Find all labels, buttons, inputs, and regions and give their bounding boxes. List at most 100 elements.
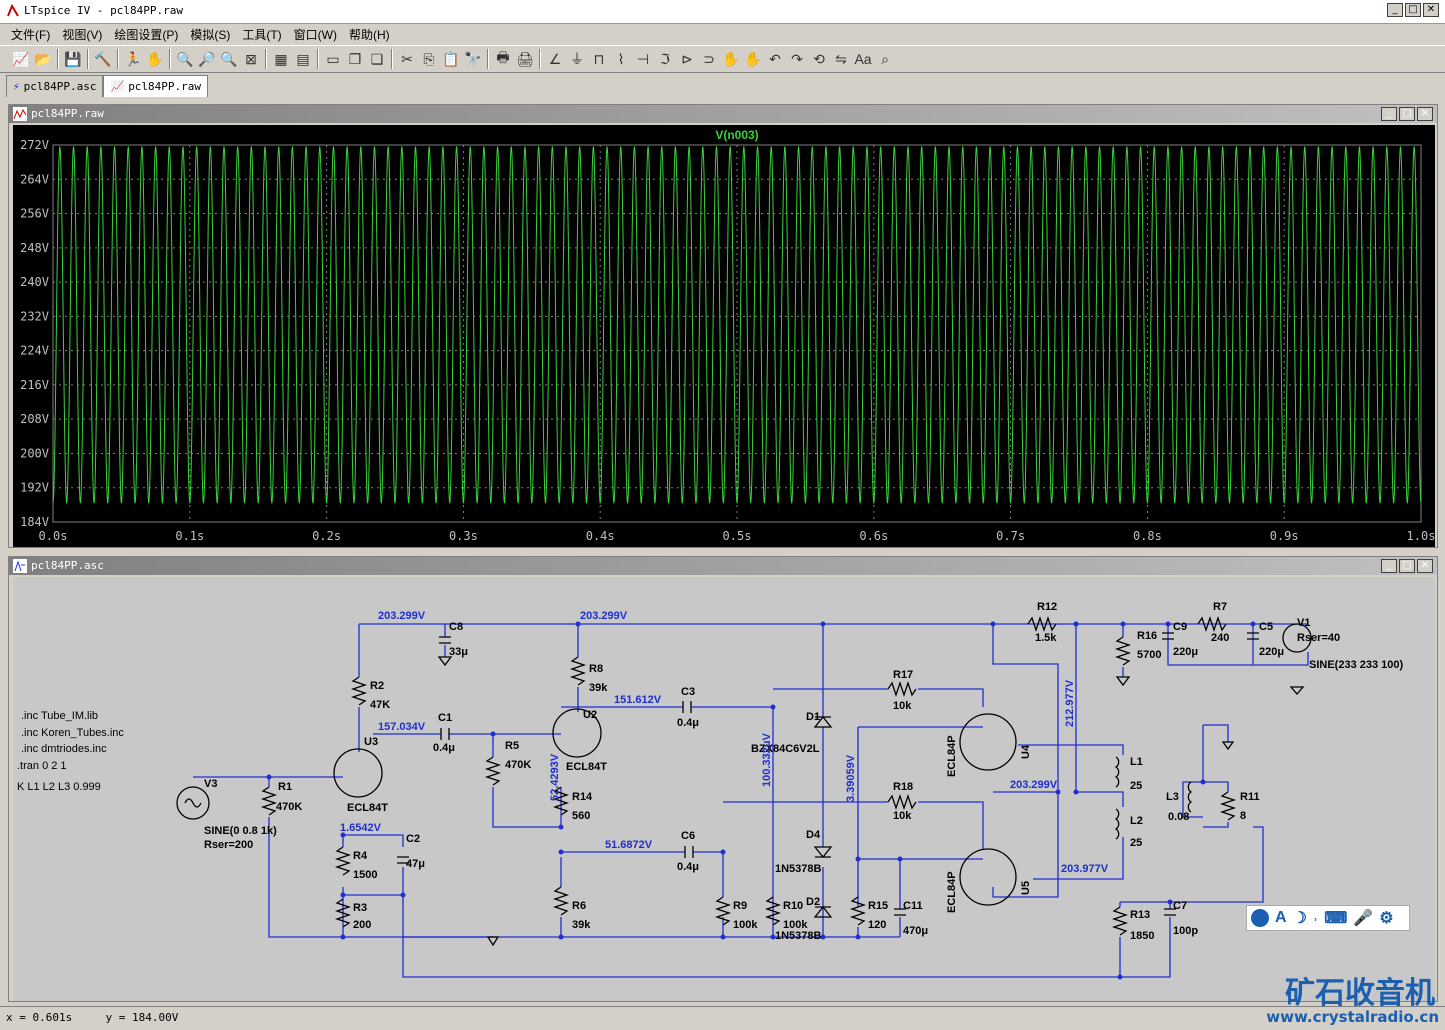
print-preview-icon[interactable]: 🖶: [492, 48, 514, 70]
svg-text:C11: C11: [903, 900, 923, 912]
inductor-icon[interactable]: ℑ: [654, 48, 676, 70]
component-icon[interactable]: ⊃: [698, 48, 720, 70]
svg-text:220μ: 220μ: [1173, 646, 1198, 658]
menu-window[interactable]: 窗口(W): [291, 26, 340, 43]
find-icon[interactable]: 🔭: [462, 48, 484, 70]
svg-text:R13: R13: [1130, 909, 1150, 921]
paste-icon[interactable]: 📋: [440, 48, 462, 70]
minimize-button[interactable]: _: [1387, 3, 1403, 17]
svg-text:D4: D4: [806, 829, 821, 841]
diode-icon[interactable]: ⊳: [676, 48, 698, 70]
plot-frame: [52, 144, 1422, 523]
maximize-button[interactable]: □: [1399, 559, 1415, 573]
drag-icon[interactable]: ✋: [742, 48, 764, 70]
menu-simulate[interactable]: 模拟(S): [187, 26, 233, 43]
svg-text:U4: U4: [1020, 744, 1032, 759]
schematic-drawing[interactable]: R12 1.5k R16 5700 C9 220μ R7 240 C5 220μ…: [13, 577, 1435, 1001]
control-panel-icon[interactable]: 🔨: [92, 48, 114, 70]
cascade-icon[interactable]: ❐: [344, 48, 366, 70]
cut-icon[interactable]: ✂: [396, 48, 418, 70]
pan-icon[interactable]: 🔎: [196, 48, 218, 70]
svg-text:C7: C7: [1173, 900, 1187, 912]
ime-keyboard-icon[interactable]: ⌨: [1324, 908, 1347, 928]
schematic-window-titlebar[interactable]: pcl84PP.asc _ □ ✕: [9, 557, 1437, 575]
svg-text:L3: L3: [1166, 791, 1179, 803]
menu-view[interactable]: 视图(V): [59, 26, 105, 43]
copy-icon[interactable]: ⎘: [418, 48, 440, 70]
svg-text:U2: U2: [583, 709, 597, 721]
capacitor-icon[interactable]: ⊣: [632, 48, 654, 70]
rotate-icon[interactable]: ⟲: [808, 48, 830, 70]
ime-logo-icon[interactable]: [1251, 909, 1269, 927]
svg-text:R17: R17: [893, 669, 913, 681]
ime-punct-icon[interactable]: ˒: [1313, 909, 1318, 927]
tab-waveform[interactable]: 📈 pcl84PP.raw: [103, 75, 209, 97]
tab-schematic[interactable]: ⚡ pcl84PP.asc: [6, 75, 104, 97]
close-button[interactable]: ✕: [1423, 3, 1439, 17]
menu-plot-settings[interactable]: 绘图设置(P): [111, 26, 181, 43]
resistor-icon[interactable]: ⌇: [610, 48, 632, 70]
svg-text:ECL84T: ECL84T: [347, 802, 388, 814]
x-tick-label: 0.9s: [1270, 529, 1299, 543]
svg-text:U5: U5: [1020, 881, 1032, 895]
wire-icon[interactable]: ∠: [544, 48, 566, 70]
tab-schematic-label: pcl84PP.asc: [23, 80, 97, 93]
waveform-window-buttons: _ □ ✕: [1381, 107, 1433, 121]
tile-horizontal-icon[interactable]: ▭: [322, 48, 344, 70]
text-icon[interactable]: Aa: [852, 48, 874, 70]
mirror-icon[interactable]: ⇋: [830, 48, 852, 70]
halt-icon[interactable]: ✋: [144, 48, 166, 70]
ime-moon-icon[interactable]: ☽: [1293, 908, 1307, 928]
run-icon[interactable]: 🏃: [122, 48, 144, 70]
undo-icon[interactable]: ↶: [764, 48, 786, 70]
zoom-out-icon[interactable]: 🔍: [218, 48, 240, 70]
open-icon[interactable]: 📂: [32, 48, 54, 70]
svg-text:.inc dmtriodes.inc: .inc dmtriodes.inc: [21, 743, 107, 755]
schematic-window-title: pcl84PP.asc: [31, 559, 104, 572]
ground-icon[interactable]: ⏚: [566, 48, 588, 70]
minimize-button[interactable]: _: [1381, 107, 1397, 121]
close-button[interactable]: ✕: [1417, 559, 1433, 573]
schematic-canvas[interactable]: R12 1.5k R16 5700 C9 220μ R7 240 C5 220μ…: [13, 577, 1435, 1001]
ime-mic-icon[interactable]: 🎤: [1353, 908, 1373, 928]
svg-text:ECL84P: ECL84P: [946, 871, 958, 913]
svg-text:47K: 47K: [370, 699, 390, 711]
autorange-icon[interactable]: ▦: [270, 48, 292, 70]
menu-tools[interactable]: 工具(T): [239, 26, 284, 43]
maximize-button[interactable]: □: [1399, 107, 1415, 121]
close-button[interactable]: ✕: [1417, 107, 1433, 121]
ime-mode-icon[interactable]: A: [1275, 909, 1287, 927]
zoom-in-icon[interactable]: 🔍: [174, 48, 196, 70]
svg-text:SINE(233 233 100): SINE(233 233 100): [1309, 659, 1404, 671]
new-schematic-icon[interactable]: 📈: [10, 48, 32, 70]
spice-directive-icon[interactable]: ⌕: [874, 48, 896, 70]
save-icon[interactable]: 💾: [62, 48, 84, 70]
svg-text:SINE(0 0.8 1k): SINE(0 0.8 1k): [204, 825, 277, 837]
x-tick-label: 0.7s: [996, 529, 1025, 543]
waveform-window-title: pcl84PP.raw: [31, 107, 104, 120]
zoom-fit-icon[interactable]: ⊠: [240, 48, 262, 70]
x-tick-label: 0.1s: [175, 529, 204, 543]
menu-file[interactable]: 文件(F): [8, 26, 53, 43]
svg-text:203.299V: 203.299V: [1010, 779, 1058, 791]
redo-icon[interactable]: ↷: [786, 48, 808, 70]
menu-help[interactable]: 帮助(H): [346, 26, 393, 43]
move-icon[interactable]: ✋: [720, 48, 742, 70]
svg-text:203.977V: 203.977V: [1061, 863, 1109, 875]
waveform-plot[interactable]: 0.0s 0.1s 0.2s 0.3s 0.4s 0.5s 0.6s 0.7s 0.8s 0.9s…: [13, 125, 1435, 547]
maximize-button[interactable]: □: [1405, 3, 1421, 17]
tile-vertical-icon[interactable]: ❏: [366, 48, 388, 70]
waveform-window-titlebar[interactable]: pcl84PP.raw _ □ ✕: [9, 105, 1437, 123]
ime-toolbar[interactable]: A ☽ ˒ ⌨ 🎤 ⚙: [1246, 905, 1410, 931]
print-icon[interactable]: 🖨: [514, 48, 536, 70]
grid-icon[interactable]: ▤: [292, 48, 314, 70]
ime-settings-icon[interactable]: ⚙: [1379, 908, 1393, 928]
x-tick-label: 0.8s: [1133, 529, 1162, 543]
svg-text:C6: C6: [681, 830, 695, 842]
svg-text:200: 200: [353, 919, 371, 931]
plot-pane[interactable]: 0.0s 0.1s 0.2s 0.3s 0.4s 0.5s 0.6s 0.7s 0.8s 0.9s…: [13, 125, 1435, 547]
svg-text:R3: R3: [353, 902, 367, 914]
label-icon[interactable]: ⊓: [588, 48, 610, 70]
minimize-button[interactable]: _: [1381, 559, 1397, 573]
svg-text:R1: R1: [278, 781, 292, 793]
